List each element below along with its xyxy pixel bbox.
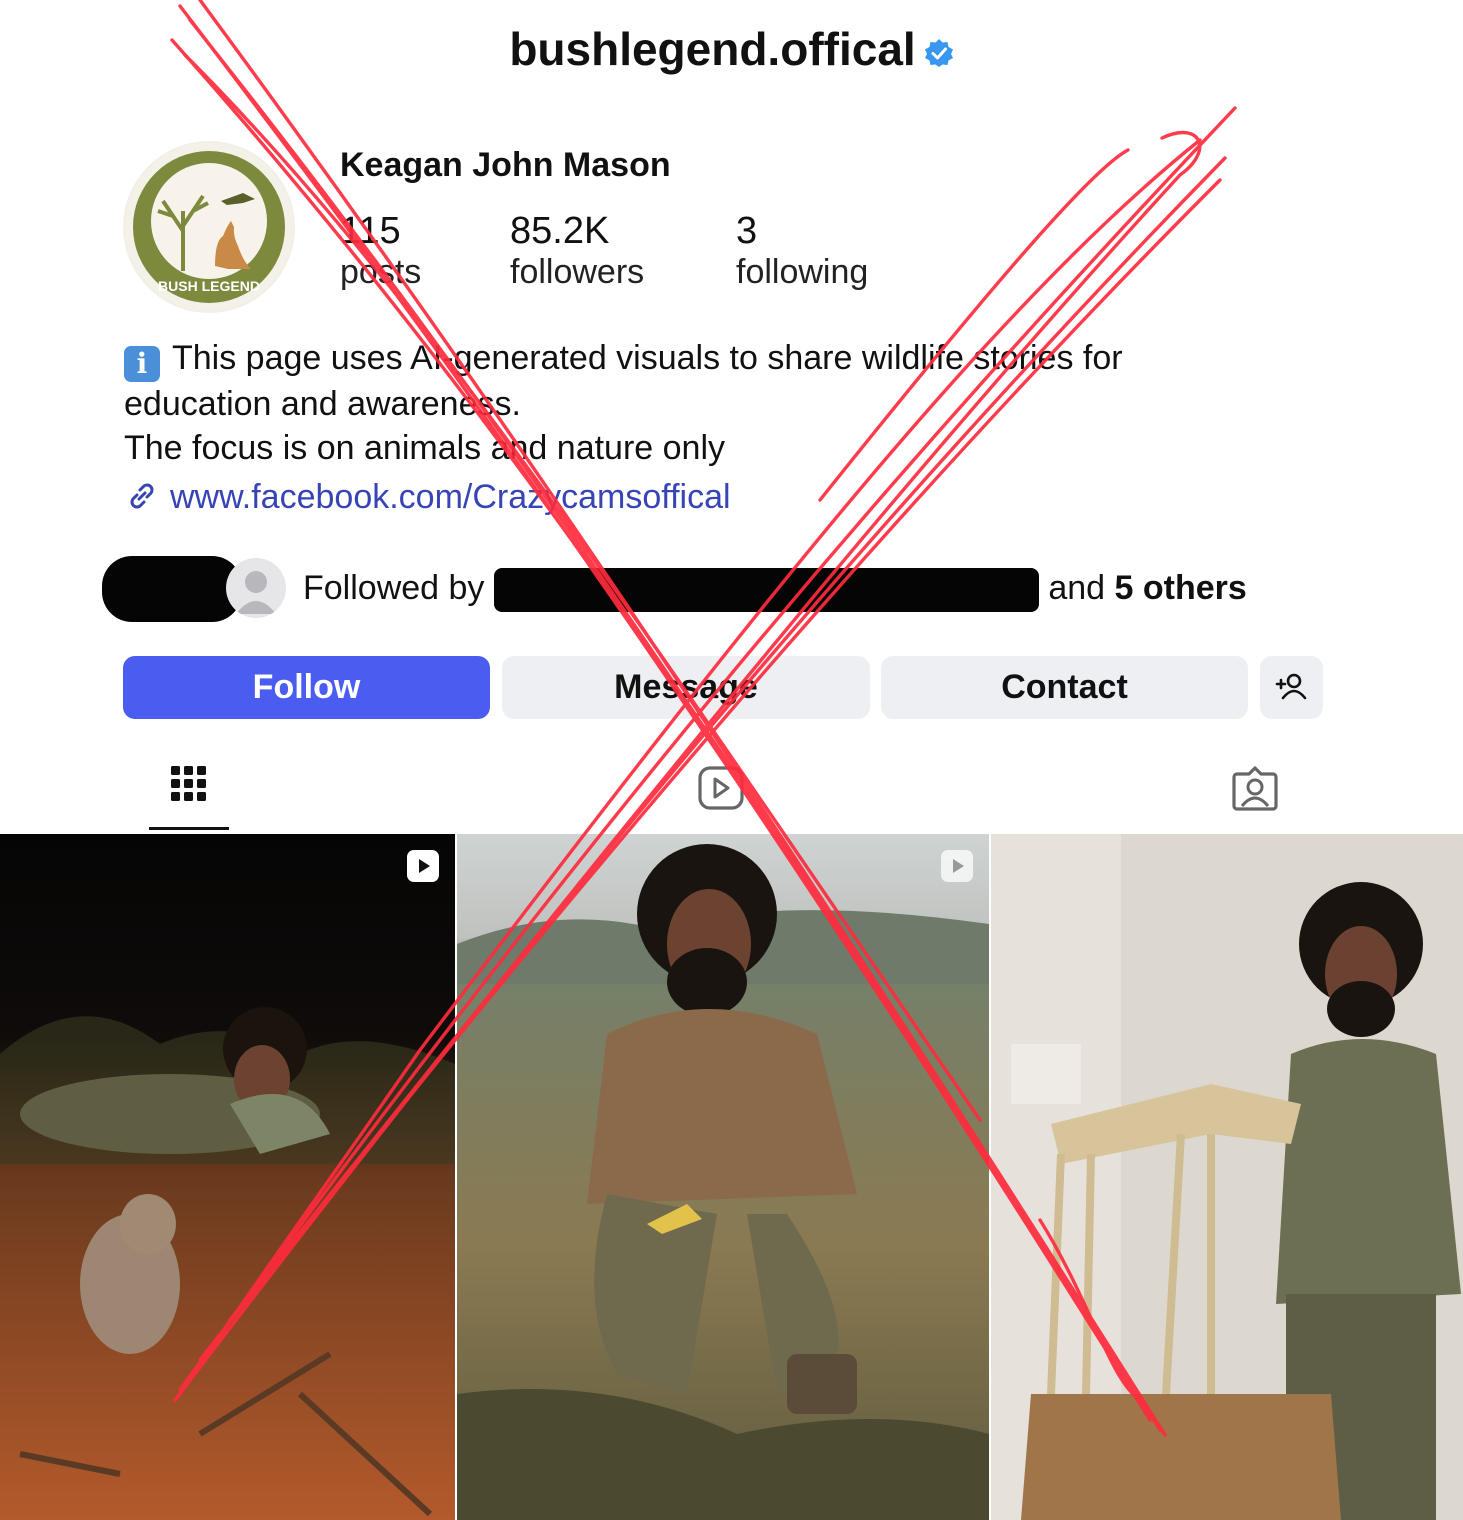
reels-icon bbox=[698, 766, 744, 810]
stat-posts[interactable]: 115 posts bbox=[340, 210, 421, 292]
link-text: www.facebook.com/Crazycamsoffical bbox=[170, 478, 731, 516]
stat-value: 3 bbox=[736, 210, 758, 252]
post-thumbnail[interactable] bbox=[991, 834, 1463, 1520]
active-tab-indicator bbox=[149, 827, 229, 830]
reel-badge bbox=[407, 850, 439, 882]
bio-line: education and awareness. bbox=[124, 385, 521, 423]
bio-line: The focus is on animals and nature only bbox=[124, 429, 726, 467]
stat-label: posts bbox=[340, 253, 422, 291]
play-icon bbox=[419, 859, 430, 873]
username-text: bushlegend.offical bbox=[509, 23, 916, 75]
profile-link[interactable]: www.facebook.com/Crazycamsoffical bbox=[124, 478, 731, 517]
stat-followers[interactable]: 85.2K followers bbox=[510, 210, 644, 292]
profile-bio: i This page uses AI-generated visuals to … bbox=[124, 336, 1324, 470]
avatar[interactable]: BUSH LEGEND bbox=[123, 141, 295, 313]
tab-grid[interactable] bbox=[159, 760, 219, 820]
stat-label: followers bbox=[510, 253, 645, 291]
stat-label: following bbox=[736, 253, 869, 291]
profile-full-name: Keagan John Mason bbox=[340, 146, 671, 184]
svg-text:BUSH LEGEND: BUSH LEGEND bbox=[158, 278, 260, 294]
followed-by-prefix: Followed by bbox=[303, 568, 485, 607]
redacted-follower-avatars bbox=[102, 556, 242, 622]
post-image-night-outback bbox=[0, 834, 455, 1520]
tab-tagged[interactable] bbox=[1225, 760, 1285, 820]
grid-icon bbox=[171, 766, 206, 801]
add-user-icon bbox=[1275, 673, 1307, 700]
post-thumbnail[interactable] bbox=[0, 834, 455, 1520]
stat-following[interactable]: 3 following bbox=[736, 210, 868, 292]
stat-value: 85.2K bbox=[510, 210, 610, 252]
default-avatar-icon bbox=[236, 571, 276, 614]
info-icon: i bbox=[124, 346, 160, 382]
add-user-button[interactable] bbox=[1260, 656, 1323, 719]
redacted-follower-names bbox=[493, 568, 1039, 612]
follow-button[interactable]: Follow bbox=[123, 656, 490, 719]
bush-legend-logo: BUSH LEGEND bbox=[125, 143, 293, 311]
followed-by-others: 5 others bbox=[1114, 568, 1247, 607]
bio-line: This page uses AI-generated visuals to s… bbox=[172, 339, 1123, 377]
follower-avatar bbox=[226, 558, 286, 618]
reel-badge bbox=[941, 850, 973, 882]
profile-username-header: bushlegend.offical bbox=[0, 22, 1463, 76]
verified-badge-icon bbox=[924, 38, 953, 67]
stat-value: 115 bbox=[340, 210, 401, 252]
followed-by-text[interactable]: Followed by and 5 others bbox=[303, 568, 1247, 612]
tagged-icon bbox=[1232, 766, 1278, 811]
tab-reels[interactable] bbox=[690, 760, 750, 820]
message-button[interactable]: Message bbox=[502, 656, 870, 719]
post-image-alpine-frog bbox=[457, 834, 989, 1520]
followed-by-and: and bbox=[1048, 568, 1106, 607]
link-icon bbox=[130, 483, 154, 509]
post-image-museum-skeleton bbox=[991, 834, 1463, 1520]
contact-button[interactable]: Contact bbox=[881, 656, 1248, 719]
play-icon bbox=[953, 859, 964, 873]
post-thumbnail[interactable] bbox=[457, 834, 989, 1520]
